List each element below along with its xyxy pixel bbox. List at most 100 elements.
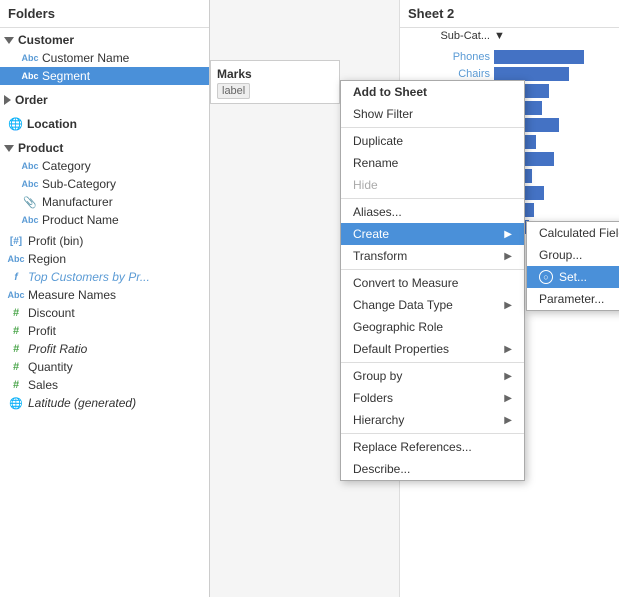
folder-product: Product Abc Category Abc Sub-Category 📎 … bbox=[0, 136, 209, 232]
menu-label: Duplicate bbox=[353, 134, 403, 148]
submenu-item-parameter[interactable]: Parameter... bbox=[527, 288, 619, 310]
submenu-label: Set... bbox=[559, 270, 587, 284]
measure-icon: # bbox=[8, 360, 24, 374]
abc-icon: Abc bbox=[22, 51, 38, 65]
label-tag: label bbox=[217, 83, 250, 99]
menu-item-aliases[interactable]: Aliases... bbox=[341, 201, 524, 223]
field-label: Top Customers by Pr... bbox=[28, 270, 150, 284]
field-label: Product Name bbox=[42, 213, 119, 227]
menu-label: Geographic Role bbox=[353, 320, 443, 334]
bin-icon: [#] bbox=[8, 234, 24, 248]
menu-item-geographic-role[interactable]: Geographic Role bbox=[341, 316, 524, 338]
marks-label-indicator: label bbox=[215, 83, 335, 99]
folder-order-header[interactable]: Order bbox=[0, 91, 209, 109]
field-label: Latitude (generated) bbox=[28, 396, 136, 410]
menu-item-add-to-sheet[interactable]: Add to Sheet bbox=[341, 81, 524, 103]
menu-item-folders[interactable]: Folders ▶ bbox=[341, 387, 524, 409]
folder-customer-header[interactable]: Customer bbox=[0, 31, 209, 49]
field-profit-ratio[interactable]: # Profit Ratio bbox=[0, 340, 209, 358]
menu-item-replace-references[interactable]: Replace References... bbox=[341, 436, 524, 458]
abc-icon: Abc bbox=[22, 213, 38, 227]
folder-order-label: Order bbox=[15, 93, 48, 107]
folder-triangle-product bbox=[4, 145, 14, 152]
field-measure-names[interactable]: Abc Measure Names bbox=[0, 286, 209, 304]
folders-title: Folders bbox=[0, 0, 209, 28]
menu-item-describe[interactable]: Describe... bbox=[341, 458, 524, 480]
main-container: Folders Customer Abc Customer Name Abc S… bbox=[0, 0, 619, 597]
menu-label: Create bbox=[353, 227, 389, 241]
column-header-label: Sub-Cat... bbox=[404, 30, 494, 42]
italic-icon: f bbox=[8, 270, 24, 284]
bar-fill bbox=[494, 50, 584, 64]
menu-item-group-by[interactable]: Group by ▶ bbox=[341, 365, 524, 387]
menu-label: Show Filter bbox=[353, 107, 413, 121]
folder-location-header[interactable]: 🌐 Location bbox=[0, 115, 209, 133]
field-profit-bin[interactable]: [#] Profit (bin) bbox=[0, 232, 209, 250]
menu-label: Hide bbox=[353, 178, 378, 192]
measure-icon: # bbox=[8, 324, 24, 338]
menu-item-change-data-type[interactable]: Change Data Type ▶ bbox=[341, 294, 524, 316]
folder-order: Order bbox=[0, 88, 209, 112]
field-sales[interactable]: # Sales bbox=[0, 376, 209, 394]
divider-4 bbox=[341, 362, 524, 363]
field-product-name[interactable]: Abc Product Name bbox=[0, 211, 209, 229]
menu-label: Replace References... bbox=[353, 440, 472, 454]
chart-column-header: Sub-Cat... ▼ bbox=[400, 28, 619, 44]
marks-panel: Marks label bbox=[210, 60, 340, 104]
bar-track bbox=[494, 50, 615, 64]
menu-item-rename[interactable]: Rename bbox=[341, 152, 524, 174]
field-category[interactable]: Abc Category bbox=[0, 157, 209, 175]
menu-label: Rename bbox=[353, 156, 398, 170]
abc-icon: Abc bbox=[8, 252, 24, 266]
field-label: Discount bbox=[28, 306, 75, 320]
right-panel: Marks label Add to Sheet Show Filter Dup… bbox=[210, 0, 619, 597]
submenu-item-group[interactable]: Group... bbox=[527, 244, 619, 266]
menu-item-show-filter[interactable]: Show Filter bbox=[341, 103, 524, 125]
submenu-label: Calculated Field... bbox=[539, 226, 619, 240]
folder-product-header[interactable]: Product bbox=[0, 139, 209, 157]
submenu-arrow: ▶ bbox=[504, 371, 512, 382]
menu-label: Convert to Measure bbox=[353, 276, 458, 290]
create-wrapper: Create ▶ Calculated Field... Group... ○ … bbox=[341, 223, 524, 245]
field-region[interactable]: Abc Region bbox=[0, 250, 209, 268]
field-label: Quantity bbox=[28, 360, 73, 374]
field-profit[interactable]: # Profit bbox=[0, 322, 209, 340]
folder-triangle-customer bbox=[4, 37, 14, 44]
field-sub-category[interactable]: Abc Sub-Category bbox=[0, 175, 209, 193]
submenu-arrow: ▶ bbox=[504, 229, 512, 240]
field-top-customers[interactable]: f Top Customers by Pr... bbox=[0, 268, 209, 286]
divider-2 bbox=[341, 198, 524, 199]
submenu-item-set[interactable]: ○ Set... bbox=[527, 266, 619, 288]
submenu-arrow: ▶ bbox=[504, 300, 512, 311]
field-latitude[interactable]: 🌐 Latitude (generated) bbox=[0, 394, 209, 412]
left-panel: Folders Customer Abc Customer Name Abc S… bbox=[0, 0, 210, 597]
field-quantity[interactable]: # Quantity bbox=[0, 358, 209, 376]
field-segment[interactable]: Abc Segment bbox=[0, 67, 209, 85]
field-label: Customer Name bbox=[42, 51, 129, 65]
globe-measure-icon: 🌐 bbox=[8, 396, 24, 410]
menu-item-transform[interactable]: Transform ▶ bbox=[341, 245, 524, 267]
menu-item-hierarchy[interactable]: Hierarchy ▶ bbox=[341, 409, 524, 431]
menu-item-create[interactable]: Create ▶ bbox=[341, 223, 524, 245]
field-discount[interactable]: # Discount bbox=[0, 304, 209, 322]
menu-item-convert-to-measure[interactable]: Convert to Measure bbox=[341, 272, 524, 294]
menu-item-hide[interactable]: Hide bbox=[341, 174, 524, 196]
field-label: Profit Ratio bbox=[28, 342, 87, 356]
folder-location: 🌐 Location bbox=[0, 112, 209, 136]
menu-label: Transform bbox=[353, 249, 407, 263]
field-label: Region bbox=[28, 252, 66, 266]
menu-item-default-properties[interactable]: Default Properties ▶ bbox=[341, 338, 524, 360]
sheet-title: Sheet 2 bbox=[400, 0, 619, 28]
create-submenu: Calculated Field... Group... ○ Set... Pa… bbox=[526, 221, 619, 311]
menu-label: Folders bbox=[353, 391, 393, 405]
field-label: Manufacturer bbox=[42, 195, 113, 209]
submenu-item-calculated-field[interactable]: Calculated Field... bbox=[527, 222, 619, 244]
menu-item-duplicate[interactable]: Duplicate bbox=[341, 130, 524, 152]
marks-title: Marks bbox=[215, 65, 335, 83]
bar-label: Phones bbox=[404, 51, 494, 63]
bar-label: Chairs bbox=[404, 68, 494, 80]
menu-label: Aliases... bbox=[353, 205, 402, 219]
filter-icon[interactable]: ▼ bbox=[494, 30, 505, 42]
field-customer-name[interactable]: Abc Customer Name bbox=[0, 49, 209, 67]
field-manufacturer[interactable]: 📎 Manufacturer bbox=[0, 193, 209, 211]
